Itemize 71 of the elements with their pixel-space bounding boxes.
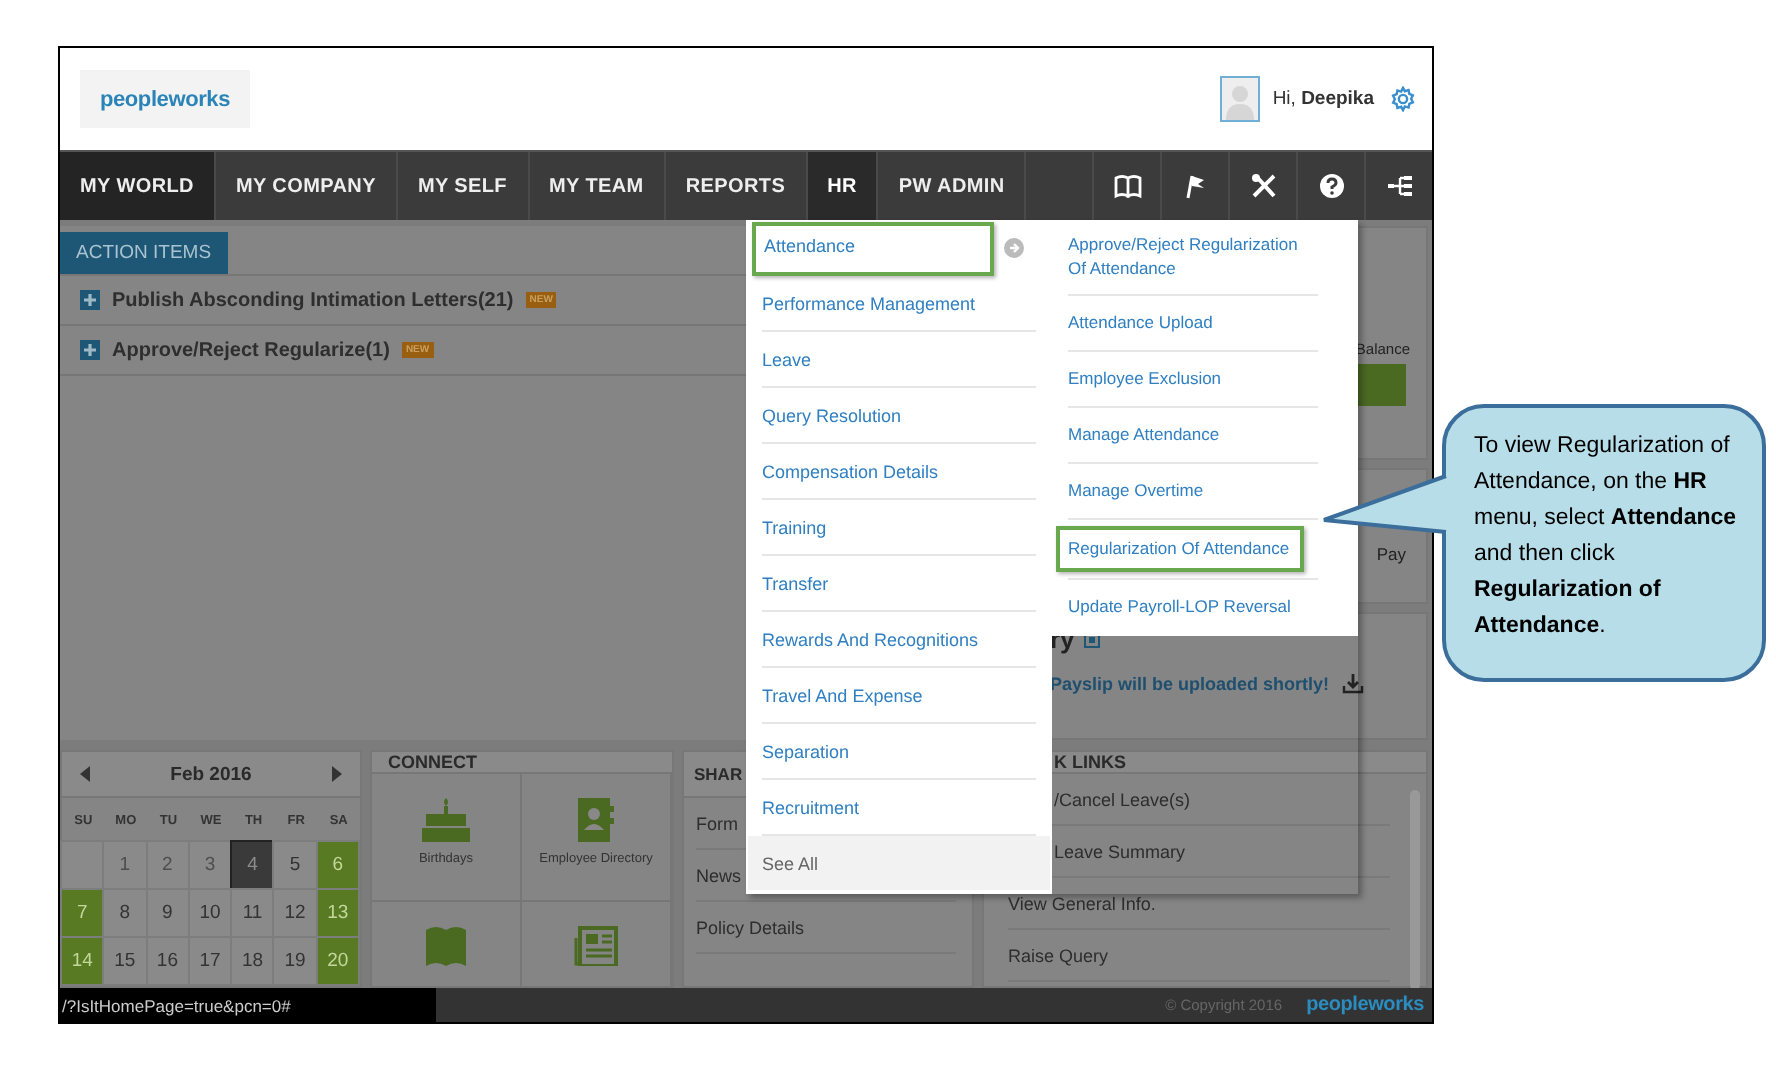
calendar-day[interactable]: 13 bbox=[315, 888, 360, 938]
calendar-day[interactable]: 15 bbox=[102, 936, 148, 986]
scrollbar[interactable] bbox=[1410, 790, 1420, 988]
previous-icon[interactable] bbox=[79, 766, 89, 782]
menu-item[interactable]: Training bbox=[762, 517, 827, 537]
menu-item[interactable]: Attendance bbox=[752, 221, 994, 275]
download-icon[interactable] bbox=[1341, 672, 1364, 694]
calendar-day[interactable]: 17 bbox=[187, 936, 233, 986]
menu-item[interactable]: Transfer bbox=[762, 573, 829, 593]
menu-item[interactable]: Travel And Expense bbox=[762, 685, 923, 705]
help-icon[interactable] bbox=[1317, 172, 1345, 200]
avatar-icon bbox=[1220, 76, 1261, 122]
pay-label: Pay bbox=[1376, 544, 1406, 564]
nav-tab[interactable]: MY WORLD bbox=[60, 152, 216, 220]
menu-item[interactable]: Performance Management bbox=[762, 293, 976, 313]
expand-icon[interactable] bbox=[80, 290, 100, 310]
logo: peopleworks bbox=[80, 70, 250, 128]
calendar-day[interactable]: 11 bbox=[230, 888, 275, 938]
calendar-day[interactable]: 4 bbox=[230, 840, 275, 890]
callout-text: To view Regularization of Attendance, on the HR menu, select Attendance and then click Regularization of Attendance. bbox=[1474, 432, 1739, 642]
calendar-day[interactable]: 16 bbox=[145, 936, 190, 986]
nav-tab[interactable]: MY TEAM bbox=[529, 152, 666, 220]
settings-icon[interactable] bbox=[1390, 86, 1416, 112]
submenu-item[interactable]: Manage Attendance bbox=[1068, 423, 1220, 447]
calendar-day[interactable]: 5 bbox=[272, 840, 318, 890]
calendar-day[interactable]: 1 bbox=[102, 840, 148, 890]
calendar-day[interactable]: 7 bbox=[60, 888, 105, 938]
menu-item[interactable]: Compensation Details bbox=[762, 461, 939, 481]
nav-tab[interactable]: HR bbox=[807, 152, 879, 220]
calendar-day[interactable]: 19 bbox=[272, 936, 318, 986]
menu-item[interactable]: Leave bbox=[762, 349, 812, 369]
action-item-label[interactable]: Approve/Reject Regularize(1) bbox=[112, 339, 390, 361]
calendar-day[interactable]: 14 bbox=[60, 936, 105, 986]
book-icon[interactable] bbox=[1113, 172, 1141, 200]
status-url: /?IsItHomePage=true&pcn=0# bbox=[60, 988, 436, 1022]
next-icon[interactable] bbox=[332, 766, 343, 782]
action-items-tab[interactable]: ACTION ITEMS bbox=[60, 232, 228, 274]
newspaper-icon bbox=[574, 926, 618, 966]
menu-item[interactable]: Rewards And Recognitions bbox=[762, 629, 979, 649]
calendar-day[interactable]: 8 bbox=[102, 888, 148, 938]
calendar-day[interactable]: 18 bbox=[230, 936, 275, 986]
action-item-label[interactable]: Publish Absconding Intimation Letters(21) bbox=[112, 289, 514, 311]
calendar-day[interactable]: 20 bbox=[315, 936, 360, 986]
flag-icon[interactable] bbox=[1181, 172, 1209, 200]
calendar-day[interactable]: 9 bbox=[145, 888, 190, 938]
tools-icon[interactable] bbox=[1249, 172, 1277, 200]
menu-item[interactable]: See All bbox=[762, 853, 819, 873]
calendar-day[interactable]: 6 bbox=[315, 840, 360, 890]
greeting: Hi, Deepika bbox=[1272, 88, 1374, 110]
expand-icon[interactable] bbox=[80, 340, 100, 360]
payslip-message: Payslip will be uploaded shortly! bbox=[1050, 673, 1330, 693]
footer-logo: peopleworks bbox=[1306, 994, 1424, 1016]
menu-item[interactable]: Query Resolution bbox=[762, 405, 902, 425]
submenu-item[interactable]: Approve/Reject Regularization Of Attendance bbox=[1068, 234, 1318, 280]
submenu-item[interactable]: Employee Exclusion bbox=[1068, 367, 1222, 391]
share-link[interactable]: Policy Details bbox=[696, 902, 956, 954]
calendar-month: Feb 2016 bbox=[170, 763, 252, 785]
calendar-day[interactable]: 2 bbox=[145, 840, 190, 890]
balance-tile[interactable] bbox=[1356, 364, 1406, 406]
contact-book-icon bbox=[578, 798, 614, 842]
cake-icon bbox=[420, 798, 472, 842]
submenu-item[interactable]: Regularization Of Attendance bbox=[1056, 525, 1304, 573]
calendar-day[interactable]: 12 bbox=[272, 888, 318, 938]
quick-link[interactable]: Raise Query bbox=[1008, 930, 1390, 982]
submenu-item[interactable]: Manage Overtime bbox=[1068, 479, 1204, 503]
menu-item[interactable]: Recruitment bbox=[762, 797, 860, 817]
book-icon bbox=[424, 926, 468, 966]
submenu-item[interactable]: Attendance Upload bbox=[1068, 311, 1213, 335]
submenu-item[interactable]: Update Payroll-LOP Reversal bbox=[1068, 596, 1291, 620]
sitemap-icon[interactable] bbox=[1385, 172, 1413, 200]
panel-header: CONNECT bbox=[372, 752, 672, 774]
